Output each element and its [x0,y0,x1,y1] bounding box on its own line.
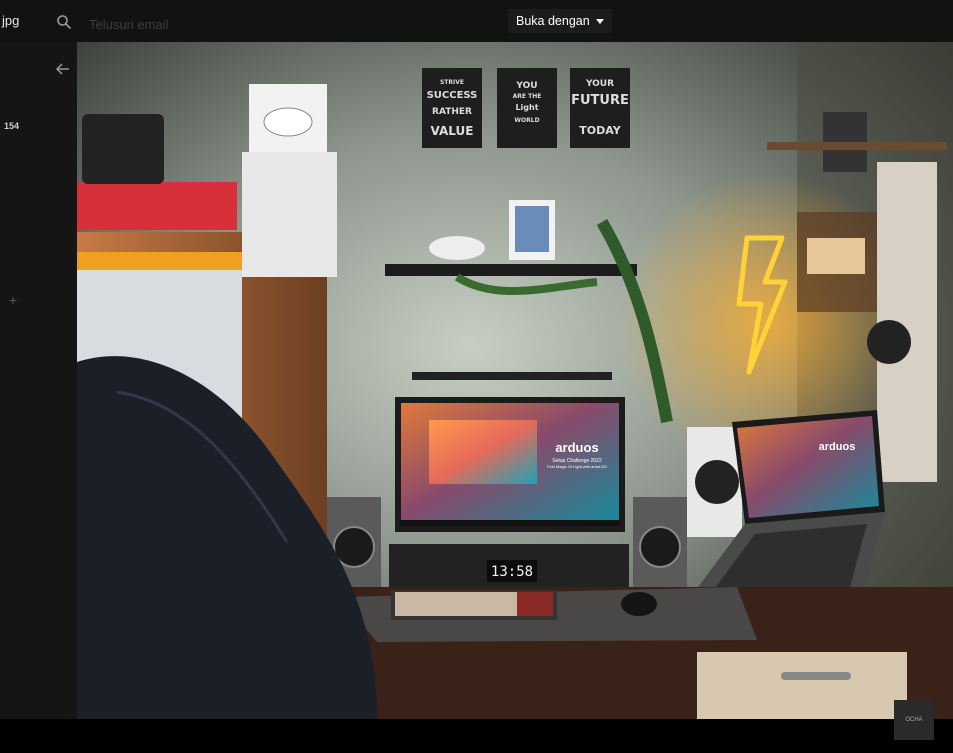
search-icon[interactable] [56,14,72,30]
poster-2-line-3: Light [515,103,538,112]
poster-2-line-1: YOU [515,81,537,91]
poster-1-line-3: RATHER [432,107,472,117]
watermark-logo: OCHA [894,700,934,740]
file-name: jpg [2,13,20,28]
poster-3-line-1: YOUR [585,79,614,89]
poster-3-line-3: TODAY [579,124,621,137]
monitor-brand: arduos [555,440,598,455]
poster-2-line-4: WORLD [514,117,539,124]
poster-1-line-2: SUCCESS [427,90,478,101]
desk-setup-photo: STRIVE SUCCESS RATHER VALUE YOU ARE THE … [77,42,953,719]
search-input[interactable]: Telusuri email [89,17,168,32]
image-preview: STRIVE SUCCESS RATHER VALUE YOU ARE THE … [77,42,953,719]
plus-icon[interactable]: + [9,292,17,308]
poster-1-line-4: VALUE [431,124,474,138]
desk-clock: 13:58 [491,564,533,580]
laptop-brand: arduos [819,441,856,453]
poster-2-line-2: ARE THE [513,93,542,100]
background-email-panel [0,42,77,719]
open-with-button[interactable]: Buka dengan [508,9,612,33]
poster-3-line-2: FUTURE [571,93,629,108]
open-with-label: Buka dengan [516,14,590,28]
bottom-bar [0,719,953,753]
email-count: 154 [4,121,20,131]
chevron-down-icon [595,18,604,24]
poster-1-line-1: STRIVE [440,79,464,86]
viewer-toolbar: jpg Telusuri email Buka dengan [0,0,953,42]
arrow-back-icon[interactable] [56,62,70,76]
monitor-tagline: Feel Magic Of Light with arduLED [547,464,607,469]
